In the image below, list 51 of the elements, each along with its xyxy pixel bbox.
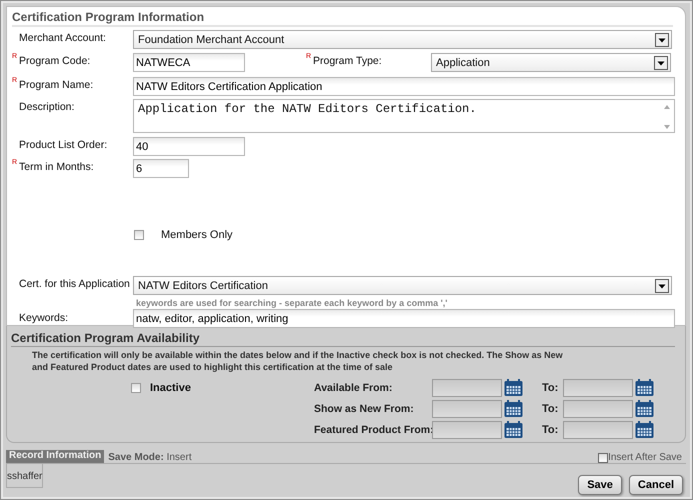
calendar-icon[interactable] bbox=[504, 400, 523, 418]
save-mode-text: Save Mode: Insert bbox=[108, 452, 192, 463]
field-label: To: bbox=[541, 403, 560, 415]
input-field[interactable]: 40 bbox=[133, 137, 245, 156]
date-field[interactable] bbox=[563, 379, 633, 397]
field-label: Show as New From: bbox=[314, 403, 415, 415]
field-label: Product List Order: bbox=[19, 139, 108, 151]
description-text: The certification will only be available within the dates below and if the Inactive check box is not checked. The Show as New and Featured Product dates are used to highlight this certification at the time of sale bbox=[32, 349, 564, 373]
field-label: Program Code: bbox=[19, 55, 90, 67]
date-field[interactable] bbox=[432, 421, 502, 439]
field-label: Featured Product From: bbox=[314, 424, 432, 436]
action-button[interactable]: Save bbox=[578, 475, 622, 495]
dropdown[interactable]: Foundation Merchant Account bbox=[133, 30, 672, 49]
hint-text: keywords are used for searching - separate each keyword by a comma ',' bbox=[135, 298, 448, 308]
field-label: Merchant Account: bbox=[19, 32, 106, 44]
dropdown[interactable]: NATW Editors Certification bbox=[133, 276, 672, 295]
checkbox[interactable] bbox=[134, 230, 144, 240]
field-label: Available From: bbox=[314, 382, 394, 394]
action-button[interactable]: Cancel bbox=[628, 475, 683, 495]
calendar-icon[interactable] bbox=[635, 400, 654, 418]
input-field[interactable]: NATWECA bbox=[133, 53, 245, 72]
field-label: Program Type: bbox=[313, 55, 382, 67]
checkbox[interactable] bbox=[598, 453, 608, 463]
calendar-icon[interactable] bbox=[504, 379, 523, 397]
field-label: Term in Months: bbox=[19, 161, 94, 173]
calendar-icon[interactable] bbox=[635, 421, 654, 439]
checkbox-label: Members Only bbox=[161, 229, 233, 241]
record-tab[interactable]: Record Information bbox=[6, 450, 104, 463]
date-field[interactable] bbox=[563, 400, 633, 418]
text-area[interactable]: Application for the NATW Editors Certification. bbox=[133, 99, 675, 133]
date-field[interactable] bbox=[563, 421, 633, 439]
input-field[interactable]: natw, editor, application, writing bbox=[133, 309, 675, 328]
section-title: Certification Program Information bbox=[12, 10, 673, 27]
checkbox-label: Inactive bbox=[150, 382, 191, 394]
input-field[interactable]: NATW Editors Certification Application bbox=[133, 77, 675, 96]
dropdown[interactable]: Application bbox=[431, 53, 671, 72]
field-label: Keywords: bbox=[19, 312, 68, 324]
checkbox[interactable] bbox=[131, 383, 141, 393]
calendar-icon[interactable] bbox=[635, 379, 654, 397]
date-field[interactable] bbox=[432, 400, 502, 418]
date-field[interactable] bbox=[432, 379, 502, 397]
field-label: Cert. for this Application bbox=[19, 278, 130, 290]
input-field[interactable]: 6 bbox=[133, 159, 189, 178]
field-label: Program Name: bbox=[19, 79, 94, 91]
user-name: sshaffer bbox=[6, 464, 44, 488]
checkbox-label: Insert After Save bbox=[608, 452, 682, 463]
field-label: To: bbox=[541, 382, 560, 394]
section-title: Certification Program Availability bbox=[11, 331, 675, 347]
field-label: To: bbox=[541, 424, 560, 436]
calendar-icon[interactable] bbox=[504, 421, 523, 439]
field-label: Description: bbox=[19, 101, 74, 113]
